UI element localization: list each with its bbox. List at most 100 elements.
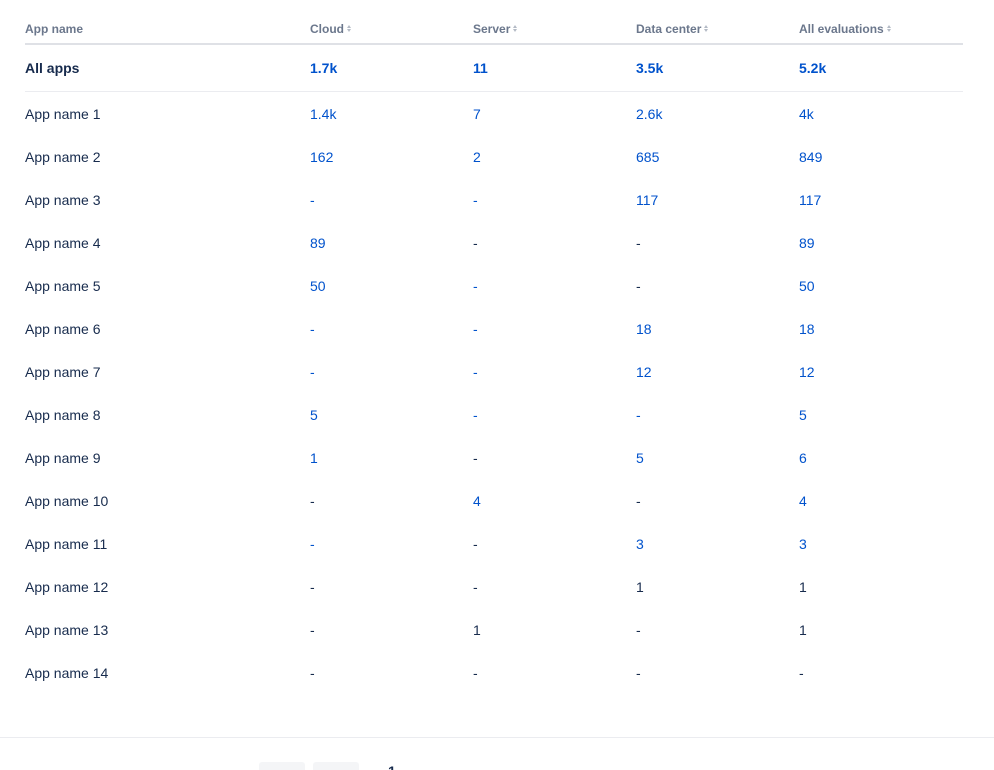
cloud-value-link[interactable]: - [310,536,315,552]
datacenter-cell[interactable]: 12 [636,350,799,393]
datacenter-cell[interactable]: 18 [636,307,799,350]
all-value-link[interactable]: 117 [799,192,821,208]
server-value-link[interactable]: 2 [473,149,481,165]
column-header-datacenter[interactable]: Data center [636,14,799,45]
server-value-link[interactable]: - [473,407,478,423]
server-value-link[interactable]: - [473,278,478,294]
all-cell[interactable]: 12 [799,350,963,393]
all-value-link[interactable]: 12 [799,364,815,380]
cloud-cell[interactable]: 1.7k [310,44,473,92]
all-cell[interactable]: 50 [799,264,963,307]
all-value-link[interactable]: 4k [799,106,814,122]
all-cell[interactable]: 6 [799,436,963,479]
all-cell[interactable]: 849 [799,135,963,178]
column-header-server[interactable]: Server [473,14,636,45]
total-row: All apps 1.7k 11 3.5k 5.2k [25,44,963,92]
all-value-link[interactable]: 6 [799,450,807,466]
sort-icon[interactable] [347,25,352,33]
server-value-link[interactable]: 4 [473,493,481,509]
datacenter-cell[interactable]: 5 [636,436,799,479]
current-page-number[interactable]: 1 [388,763,396,770]
all-value-link[interactable]: 3 [799,536,807,552]
column-header-inner[interactable]: Data center [636,22,709,36]
column-header-inner[interactable]: All evaluations [799,22,892,36]
datacenter-value-link[interactable]: 12 [636,364,652,380]
datacenter-cell[interactable]: 685 [636,135,799,178]
server-value-link[interactable]: 7 [473,106,481,122]
cloud-cell[interactable]: - [310,178,473,221]
next-page-button[interactable] [313,762,359,770]
cloud-cell[interactable]: - [310,307,473,350]
server-cell[interactable]: - [473,307,636,350]
all-cell[interactable]: 4k [799,92,963,136]
cloud-value-link[interactable]: - [310,192,315,208]
cloud-cell[interactable]: 1 [310,436,473,479]
datacenter-value-link[interactable]: 5 [636,450,644,466]
server-value-link[interactable]: - [473,192,478,208]
sort-icon[interactable] [886,25,892,33]
datacenter-value-link[interactable]: 3.5k [636,60,663,76]
cloud-cell[interactable]: 162 [310,135,473,178]
server-value-link[interactable]: - [473,321,478,337]
cloud-cell[interactable]: 89 [310,221,473,264]
datacenter-cell[interactable]: - [636,393,799,436]
server-cell[interactable]: - [473,178,636,221]
cloud-value-link[interactable]: 1 [310,450,318,466]
datacenter-cell[interactable]: 2.6k [636,92,799,136]
cloud-value-link[interactable]: 162 [310,149,333,165]
all-value-link[interactable]: 89 [799,235,815,251]
cloud-cell[interactable]: - [310,522,473,565]
all-value-link[interactable]: 849 [799,149,822,165]
app-name: App name 4 [25,234,101,251]
server-cell[interactable]: 11 [473,44,636,92]
server-cell[interactable]: 2 [473,135,636,178]
all-value-link[interactable]: 50 [799,278,815,294]
datacenter-value-link[interactable]: 2.6k [636,106,662,122]
cloud-cell[interactable]: - [310,350,473,393]
datacenter-cell[interactable]: 117 [636,178,799,221]
cloud-cell[interactable]: 5 [310,393,473,436]
all-cell[interactable]: 4 [799,479,963,522]
server-value-link[interactable]: 11 [473,60,488,76]
pagination: 1 [0,760,994,770]
column-header-inner[interactable]: Cloud [310,22,352,36]
datacenter-value-link[interactable]: 18 [636,321,652,337]
all-cell[interactable]: 5.2k [799,44,963,92]
datacenter-value-link[interactable]: - [636,407,641,423]
all-cell[interactable]: 89 [799,221,963,264]
cloud-value-link[interactable]: - [310,321,315,337]
cloud-cell[interactable]: 50 [310,264,473,307]
server-cell[interactable]: - [473,393,636,436]
all-value-link[interactable]: 18 [799,321,815,337]
datacenter-cell[interactable]: 3 [636,522,799,565]
datacenter-value-link[interactable]: 117 [636,192,658,208]
column-header-inner[interactable]: Server [473,22,518,36]
all-cell[interactable]: 18 [799,307,963,350]
cloud-value-link[interactable]: 89 [310,235,326,251]
datacenter-cell[interactable]: 3.5k [636,44,799,92]
server-cell[interactable]: - [473,350,636,393]
cloud-cell[interactable]: 1.4k [310,92,473,136]
all-cell[interactable]: 3 [799,522,963,565]
sort-icon[interactable] [513,25,518,33]
cloud-value-link[interactable]: 1.7k [310,60,337,76]
column-header-all[interactable]: All evaluations [799,14,963,45]
cloud-value-link[interactable]: 1.4k [310,106,336,122]
all-value-link[interactable]: 5 [799,407,807,423]
datacenter-value-link[interactable]: 3 [636,536,644,552]
previous-page-button[interactable] [259,762,305,770]
all-cell[interactable]: 5 [799,393,963,436]
datacenter-value-link[interactable]: 685 [636,149,659,165]
cloud-value-link[interactable]: 50 [310,278,326,294]
all-cell[interactable]: 117 [799,178,963,221]
cloud-value-link[interactable]: - [310,364,315,380]
server-cell[interactable]: - [473,264,636,307]
server-cell[interactable]: 4 [473,479,636,522]
sort-icon[interactable] [704,25,709,33]
server-value-link[interactable]: - [473,364,478,380]
all-value-link[interactable]: 4 [799,493,807,509]
column-header-cloud[interactable]: Cloud [310,14,473,45]
server-cell[interactable]: 7 [473,92,636,136]
all-value-link[interactable]: 5.2k [799,60,826,76]
cloud-value-link[interactable]: 5 [310,407,318,423]
